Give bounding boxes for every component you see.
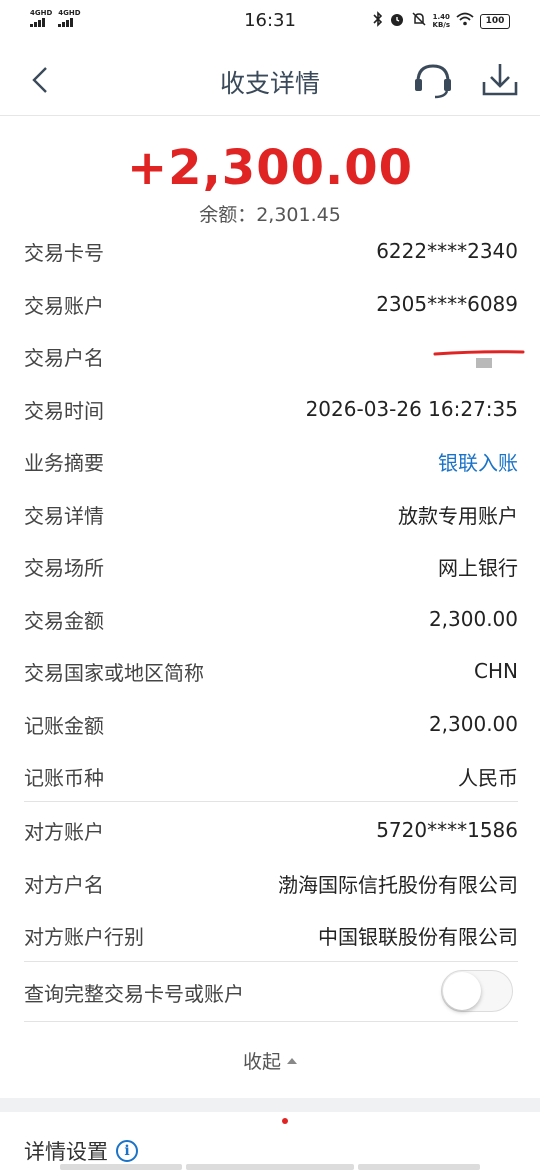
detail-label: 交易户名 <box>24 345 104 370</box>
download-icon <box>482 64 518 96</box>
detail-value: 人民币 <box>458 765 518 790</box>
bluetooth-icon <box>372 11 383 31</box>
section-gap <box>0 1098 540 1112</box>
speed-value: 1.40 <box>432 13 450 21</box>
tab-strip <box>60 1164 182 1170</box>
detail-label: 交易金额 <box>24 608 104 633</box>
detail-label: 交易卡号 <box>24 240 104 265</box>
detail-row: 交易金额 2,300.00 <box>24 599 518 639</box>
info-icon[interactable]: i <box>116 1140 138 1162</box>
detail-label: 交易账户 <box>24 293 104 318</box>
detail-value: 2,300.00 <box>428 712 518 736</box>
wifi-icon <box>456 12 474 30</box>
detail-label: 交易场所 <box>24 555 104 580</box>
detail-row: 记账币种 人民币 <box>24 756 518 796</box>
detail-row: 记账金额 2,300.00 <box>24 704 518 744</box>
detail-value: 2305****6089 <box>376 292 518 316</box>
detail-value: 2,300.00 <box>428 607 518 631</box>
tab-strip <box>358 1164 480 1170</box>
detail-label: 记账币种 <box>24 765 104 790</box>
detail-row: 交易时间 2026-03-26 16:27:35 <box>24 389 518 429</box>
detail-label: 对方户名 <box>24 872 104 897</box>
toggle-knob <box>443 972 481 1010</box>
query-toggle-row: 查询完整交易卡号或账户 <box>24 972 424 1012</box>
redaction-mark <box>433 350 525 356</box>
transaction-amount: +2,300.00 <box>126 140 414 196</box>
collapse-label: 收起 <box>242 1051 281 1073</box>
nav-bar: 收支详情 <box>0 44 540 116</box>
detail-row: 业务摘要 银联入账 <box>24 441 518 481</box>
caret-up-icon <box>287 1057 297 1064</box>
counterparty-row: 对方账户 5720****1586 <box>24 810 518 850</box>
battery-icon: 100 <box>480 13 510 29</box>
section-divider <box>24 961 518 962</box>
redaction-block <box>476 358 492 368</box>
counterparty-row: 对方户名 渤海国际信托股份有限公司 <box>24 863 518 903</box>
page-title: 收支详情 <box>219 69 320 98</box>
customer-service-button[interactable] <box>411 58 455 102</box>
query-full-account-toggle[interactable] <box>441 970 513 1012</box>
status-icons: 1.40 KB/s 100 <box>372 11 510 31</box>
detail-row: 交易场所 网上银行 <box>24 546 518 586</box>
network-speed: 1.40 KB/s <box>433 13 450 29</box>
detail-row: 交易户名 <box>24 336 518 376</box>
detail-label: 对方账户行别 <box>24 924 144 949</box>
detail-row: 交易国家或地区简称 CHN <box>24 651 518 691</box>
account-balance: 余额：2,301.45 <box>199 204 341 226</box>
mute-icon <box>411 11 427 31</box>
detail-label: 对方账户 <box>24 819 104 844</box>
headset-icon <box>415 64 451 99</box>
detail-label: 记账金额 <box>24 713 104 738</box>
download-button[interactable] <box>480 58 520 102</box>
counterparty-row: 对方账户行别 中国银联股份有限公司 <box>24 915 518 955</box>
detail-value: 中国银联股份有限公司 <box>318 924 518 949</box>
section-divider <box>24 801 518 802</box>
business-summary-link[interactable]: 银联入账 <box>438 447 518 476</box>
detail-value: 2026-03-26 16:27:35 <box>305 397 518 421</box>
indicator-dot <box>282 1118 288 1124</box>
detail-value: 放款专用账户 <box>398 503 518 528</box>
detail-settings-label: 详情设置 <box>24 1140 108 1164</box>
alarm-icon <box>389 11 405 31</box>
detail-settings[interactable]: 详情设置 i <box>24 1136 138 1166</box>
detail-label: 交易时间 <box>24 398 104 423</box>
detail-row: 交易账户 2305****6089 <box>24 284 518 324</box>
speed-unit: KB/s <box>432 21 450 29</box>
detail-value: CHN <box>474 659 518 683</box>
collapse-button[interactable]: 收起 <box>0 1047 540 1074</box>
detail-label: 业务摘要 <box>24 450 104 475</box>
detail-value: 5720****1586 <box>376 818 518 842</box>
detail-label: 交易国家或地区简称 <box>24 660 204 685</box>
detail-value: 渤海国际信托股份有限公司 <box>278 872 518 897</box>
tab-strip <box>186 1164 354 1170</box>
detail-value: 6222****2340 <box>376 239 518 263</box>
status-bar: 4GHD 4GHD 16:31 1.40 KB/s 100 <box>0 0 540 44</box>
query-toggle-label: 查询完整交易卡号或账户 <box>24 981 244 1006</box>
detail-row: 交易卡号 6222****2340 <box>24 231 518 271</box>
detail-value: 网上银行 <box>438 555 518 580</box>
detail-label: 交易详情 <box>24 503 104 528</box>
detail-row: 交易详情 放款专用账户 <box>24 494 518 534</box>
section-divider <box>24 1021 518 1022</box>
